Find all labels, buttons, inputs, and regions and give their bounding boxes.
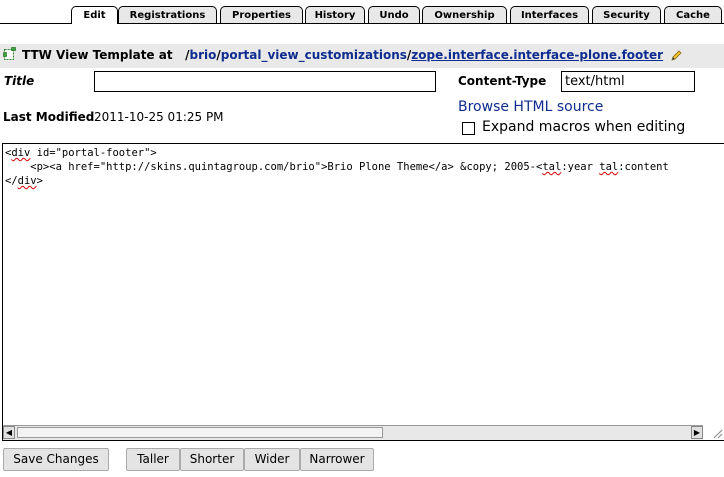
breadcrumb-footer-template[interactable]: zope.interface.interface-plone.footer — [411, 48, 663, 62]
expand-macros-label: Expand macros when editing — [482, 119, 686, 135]
template-icon — [3, 47, 16, 60]
content-type-label: Content-Type — [458, 74, 547, 88]
breadcrumb-portal-view-customizations[interactable]: portal_view_customizations — [221, 48, 407, 62]
page-title-prefix: TTW View Template at — [22, 48, 173, 62]
tab-interfaces[interactable]: Interfaces — [510, 6, 589, 23]
wider-button[interactable]: Wider — [244, 448, 300, 471]
horizontal-scrollbar[interactable]: ◀ ▶ — [3, 425, 703, 440]
last-modified-label: Last Modified — [3, 110, 95, 124]
page-title: TTW View Template at /brio/portal_view_c… — [22, 48, 682, 62]
scrollbar-thumb[interactable] — [17, 427, 383, 438]
title-label: Title — [4, 74, 35, 88]
tab-cache[interactable]: Cache — [664, 6, 722, 23]
save-changes-button[interactable]: Save Changes — [3, 448, 109, 471]
last-modified-value: 2011-10-25 01:25 PM — [94, 110, 224, 124]
narrower-button[interactable]: Narrower — [300, 448, 374, 471]
page-header: TTW View Template at /brio/portal_view_c… — [0, 44, 724, 68]
scroll-right-arrow-icon[interactable]: ▶ — [691, 426, 703, 439]
source-line: <p><a href="http://skins.quintagroup.com… — [5, 161, 669, 173]
source-code: <div id="portal-footer"> <p><a href="htt… — [5, 146, 669, 188]
scroll-left-arrow-icon[interactable]: ◀ — [3, 426, 15, 439]
breadcrumb: /brio/portal_view_customizations/zope.in… — [177, 48, 668, 62]
tab-registrations[interactable]: Registrations — [118, 6, 217, 23]
tab-properties[interactable]: Properties — [220, 6, 303, 23]
shorter-button[interactable]: Shorter — [180, 448, 244, 471]
browse-html-source-link[interactable]: Browse HTML source — [458, 99, 603, 115]
content-type-input[interactable] — [561, 71, 695, 92]
source-line: <div id="portal-footer"> — [5, 147, 157, 159]
resize-grip-icon[interactable] — [712, 428, 723, 439]
pencil-icon[interactable] — [671, 50, 682, 61]
tab-security[interactable]: Security — [592, 6, 661, 23]
tab-undo[interactable]: Undo — [368, 6, 420, 23]
source-line: </div> — [5, 175, 43, 187]
tab-history[interactable]: History — [305, 6, 365, 23]
tab-edit[interactable]: Edit — [71, 6, 118, 24]
breadcrumb-brio[interactable]: brio — [190, 48, 217, 62]
tab-ownership[interactable]: Ownership — [422, 6, 507, 23]
taller-button[interactable]: Taller — [126, 448, 180, 471]
tab-bar: Edit Registrations Properties History Un… — [0, 0, 724, 24]
expand-macros-checkbox[interactable] — [462, 122, 475, 135]
template-source-editor[interactable]: <div id="portal-footer"> <p><a href="htt… — [2, 143, 724, 441]
title-input[interactable] — [94, 71, 436, 92]
